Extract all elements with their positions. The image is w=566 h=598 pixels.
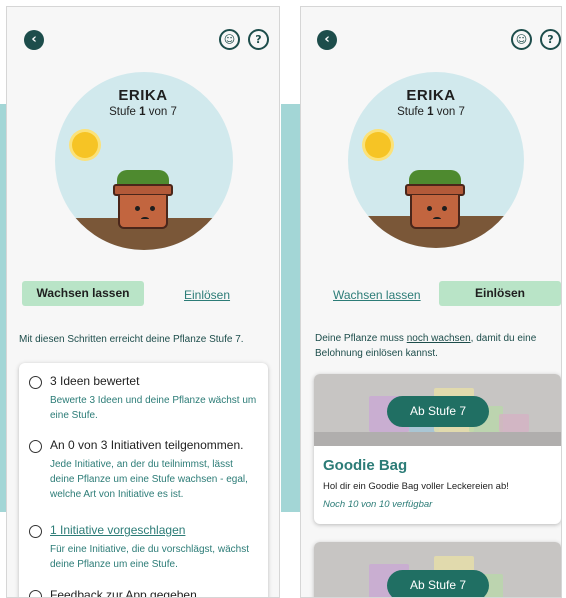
tab-redeem[interactable]: Einlösen	[184, 288, 230, 302]
step-radio[interactable]	[29, 440, 42, 453]
step-title-link[interactable]: 1 Initiative vorgeschlagen	[50, 523, 185, 537]
reward-desc: Hol dir ein Goodie Bag voller Leckereien…	[323, 481, 509, 492]
help-circle-icon: ?	[255, 33, 262, 46]
reward-image: Ab Stufe 7	[314, 542, 561, 597]
help-button[interactable]: ?	[540, 29, 561, 50]
profile-button[interactable]: ☺	[511, 29, 532, 50]
steps-intro: Mit diesen Schritten erreicht deine Pfla…	[19, 334, 244, 345]
back-button[interactable]: ‹	[317, 30, 337, 50]
screenshot-stage: ‹ ☺ ? ERIKA Stufe 1 von 7 Wachsen lassen…	[0, 0, 566, 598]
level-badge: Ab Stufe 7	[387, 570, 489, 597]
sun-icon	[365, 132, 391, 158]
reward-card[interactable]: Ab Stufe 7	[314, 542, 561, 597]
tab-redeem[interactable]: Einlösen	[439, 281, 561, 306]
tab-grow[interactable]: Wachsen lassen	[333, 288, 421, 302]
step-desc: Bewerte 3 Ideen und deine Pflanze wächst…	[50, 395, 257, 421]
level-badge: Ab Stufe 7	[387, 396, 489, 427]
plant-pot-icon	[405, 170, 465, 230]
plant-level: Stufe 1 von 7	[109, 106, 177, 118]
profile-button[interactable]: ☺	[219, 29, 240, 50]
step-radio[interactable]	[29, 590, 42, 597]
back-button[interactable]: ‹	[24, 30, 44, 50]
step-desc: Jede Initiative, an der du teilnimmst, l…	[50, 459, 248, 500]
back-arrow-icon: ‹	[324, 32, 330, 47]
reward-availability: Noch 10 von 10 verfügbar	[323, 499, 433, 510]
step-radio[interactable]	[29, 525, 42, 538]
step-propose-initiative: 1 Initiative vorgeschlagen Für eine Init…	[29, 523, 260, 583]
phone-screen-grow: ‹ ☺ ? ERIKA Stufe 1 von 7 Wachsen lassen…	[6, 6, 280, 598]
step-app-feedback: Feedback zur App gegeben	[29, 588, 260, 598]
redeem-intro: Deine Pflanze muss noch wachsen, damit d…	[315, 333, 537, 359]
background-band-middle	[281, 104, 300, 512]
plant-level: Stufe 1 von 7	[397, 106, 465, 118]
tab-grow[interactable]: Wachsen lassen	[22, 281, 144, 306]
reward-image: Ab Stufe 7	[314, 374, 561, 446]
user-circle-icon: ☺	[223, 33, 236, 46]
step-title: An 0 von 3 Initiativen teilgenommen.	[50, 438, 244, 452]
step-rate-ideas: 3 Ideen bewertet Bewerte 3 Ideen und dei…	[29, 374, 260, 434]
reward-title: Goodie Bag	[323, 457, 408, 474]
user-circle-icon: ☺	[515, 33, 528, 46]
help-circle-icon: ?	[547, 33, 554, 46]
back-arrow-icon: ‹	[31, 32, 37, 47]
phone-screen-redeem: ‹ ☺ ? ERIKA Stufe 1 von 7 Wachsen lassen…	[300, 6, 562, 598]
steps-card: 3 Ideen bewertet Bewerte 3 Ideen und dei…	[19, 363, 268, 598]
step-join-initiatives: An 0 von 3 Initiativen teilgenommen. Jed…	[29, 438, 260, 518]
reward-card[interactable]: Ab Stufe 7 Goodie Bag Hol dir ein Goodie…	[314, 374, 561, 524]
plant-pot-icon	[113, 170, 173, 230]
step-desc: Für eine Initiative, die du vorschlägst,…	[50, 544, 249, 570]
plant-name: ERIKA	[406, 87, 456, 104]
intro-link[interactable]: noch wachsen	[407, 333, 471, 344]
step-title: Feedback zur App gegeben	[50, 588, 197, 598]
step-radio[interactable]	[29, 376, 42, 389]
step-title: 3 Ideen bewertet	[50, 374, 140, 388]
sun-icon	[72, 132, 98, 158]
plant-name: ERIKA	[118, 87, 168, 104]
help-button[interactable]: ?	[248, 29, 269, 50]
